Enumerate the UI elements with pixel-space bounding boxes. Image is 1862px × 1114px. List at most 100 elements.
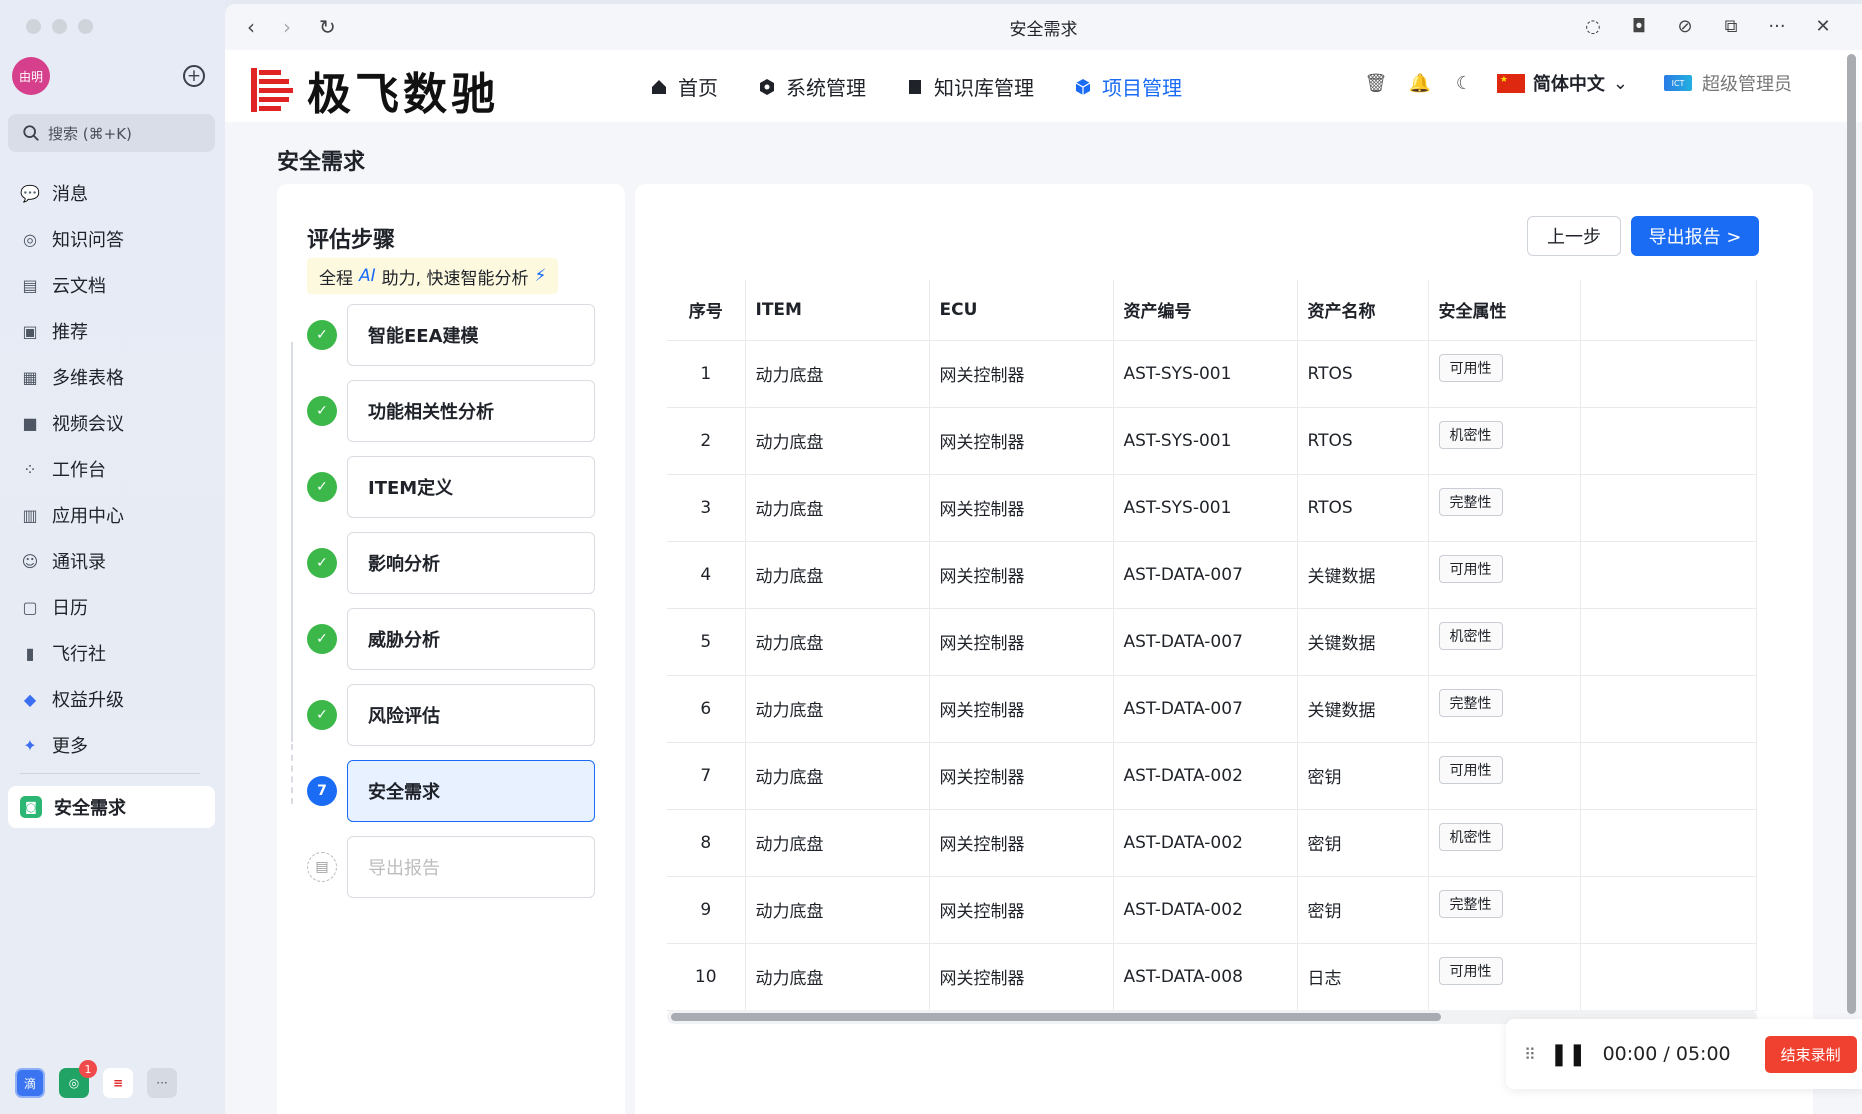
export-report-button[interactable]: 导出报告 > <box>1631 216 1759 256</box>
table-cell-blank <box>1580 809 1757 877</box>
open-window-icon[interactable]: ⧉ <box>1720 15 1742 37</box>
sidebar-item-upgrade[interactable]: ◆ 权益升级 <box>0 676 225 722</box>
step-item[interactable]: ✓ ITEM定义 <box>307 456 597 518</box>
security-attribute-tag: 可用性 <box>1438 956 1503 985</box>
moon-icon[interactable]: ☾ <box>1453 72 1475 94</box>
forward-icon[interactable]: › <box>283 15 291 39</box>
sidebar-item-knowledge-qa[interactable]: ◎ 知识问答 <box>0 216 225 262</box>
trash-icon[interactable]: 🗑 <box>1364 72 1387 94</box>
table-row[interactable]: 1 动力底盘 网关控制器 AST-SYS-001 RTOS 可用性 <box>667 340 1757 408</box>
browser-nav: ‹ › ↻ <box>247 15 336 39</box>
table-row[interactable]: 2 动力底盘 网关控制器 AST-SYS-001 RTOS 机密性 <box>667 407 1757 475</box>
step-card[interactable]: 影响分析 <box>347 532 595 594</box>
sidebar-item-security-requirements[interactable]: ◙ 安全需求 <box>8 786 215 828</box>
table-cell: 4 <box>667 541 746 609</box>
table-cell: 网关控制器 <box>929 541 1114 609</box>
sidebar-item-label: 应用中心 <box>52 506 124 527</box>
minimize-window-button[interactable] <box>52 19 67 34</box>
step-card[interactable]: ITEM定义 <box>347 456 595 518</box>
nav-system-management[interactable]: 系统管理 <box>758 72 866 101</box>
prev-step-button[interactable]: 上一步 <box>1527 216 1621 256</box>
sidebar-item-cloud-docs[interactable]: ▤ 云文档 <box>0 262 225 308</box>
step-card[interactable]: 安全需求 <box>347 760 595 822</box>
dock-app-3-icon[interactable]: ≡ <box>103 1068 133 1098</box>
scrollbar-thumb[interactable] <box>671 1013 1441 1021</box>
nav-home[interactable]: 首页 <box>650 72 718 101</box>
brand-logo[interactable]: 极飞数驰 <box>249 58 499 122</box>
step-card[interactable]: 导出报告 <box>347 836 595 898</box>
user-menu[interactable]: ICT 超级管理员 <box>1664 70 1792 96</box>
company-logo-icon: ICT <box>1664 75 1692 91</box>
table-row[interactable]: 6 动力底盘 网关控制器 AST-DATA-007 关键数据 完整性 <box>667 675 1757 743</box>
nav-project-management[interactable]: 项目管理 <box>1074 72 1182 101</box>
close-window-button[interactable] <box>26 19 41 34</box>
back-icon[interactable]: ‹ <box>247 15 255 39</box>
table-row[interactable]: 3 动力底盘 网关控制器 AST-SYS-001 RTOS 完整性 <box>667 474 1757 542</box>
language-select[interactable]: 简体中文 ⌄ <box>1496 70 1628 96</box>
column-header: ECU <box>929 280 1114 341</box>
step-card[interactable]: 功能相关性分析 <box>347 380 595 442</box>
compass-icon[interactable]: ⊘ <box>1674 15 1696 37</box>
table-cell-blank <box>1580 608 1757 676</box>
sidebar-item-workbench[interactable]: ⁘ 工作台 <box>0 446 225 492</box>
bot-icon[interactable]: ◘ <box>1628 15 1650 37</box>
step-item[interactable]: ✓ 功能相关性分析 <box>307 380 597 442</box>
sidebar-item-messages[interactable]: 💬 消息 <box>0 170 225 216</box>
sidebar-item-more[interactable]: ✦ 更多 <box>0 722 225 768</box>
step-item[interactable]: ✓ 威胁分析 <box>307 608 597 670</box>
sidebar-item-multi-table[interactable]: ▦ 多维表格 <box>0 354 225 400</box>
add-icon[interactable]: + <box>183 65 205 87</box>
chevron-down-icon: ⌄ <box>1612 72 1628 94</box>
bell-icon[interactable]: 🔔 <box>1409 72 1431 94</box>
drag-handle-icon[interactable]: ⠿ <box>1524 1045 1536 1064</box>
step-item[interactable]: ✓ 智能EEA建模 <box>307 304 597 366</box>
table-cell: 2 <box>667 407 746 475</box>
zoom-window-button[interactable] <box>78 19 93 34</box>
table-cell: 网关控制器 <box>929 809 1114 877</box>
sidebar-item-recommend[interactable]: ▣ 推荐 <box>0 308 225 354</box>
step-item[interactable]: ✓ 风险评估 <box>307 684 597 746</box>
search-icon <box>23 125 39 141</box>
table-cell: 动力底盘 <box>745 541 930 609</box>
table-row[interactable]: 8 动力底盘 网关控制器 AST-DATA-002 密钥 机密性 <box>667 809 1757 877</box>
nav-label: 知识库管理 <box>934 76 1034 100</box>
table-row[interactable]: 7 动力底盘 网关控制器 AST-DATA-002 密钥 可用性 <box>667 742 1757 810</box>
check-icon: ✓ <box>307 396 337 426</box>
search-input[interactable]: 搜索 (⌘+K) <box>8 114 215 152</box>
close-icon[interactable]: ✕ <box>1812 15 1834 37</box>
table-row[interactable]: 5 动力底盘 网关控制器 AST-DATA-007 关键数据 机密性 <box>667 608 1757 676</box>
nav-knowledge-base[interactable]: 知识库管理 <box>906 72 1034 101</box>
reload-icon[interactable]: ↻ <box>319 15 336 39</box>
sidebar-item-app-center[interactable]: ▥ 应用中心 <box>0 492 225 538</box>
dock-more-icon[interactable]: ··· <box>147 1068 177 1098</box>
sidebar-item-contacts[interactable]: ☺ 通讯录 <box>0 538 225 584</box>
table-row[interactable]: 10 动力底盘 网关控制器 AST-DATA-008 日志 可用性 <box>667 943 1757 1011</box>
sidebar-item-video[interactable]: ■ 视频会议 <box>0 400 225 446</box>
chat-icon[interactable]: ◌ <box>1582 15 1604 37</box>
table-row[interactable]: 9 动力底盘 网关控制器 AST-DATA-002 密钥 完整性 <box>667 876 1757 944</box>
step-card[interactable]: 风险评估 <box>347 684 595 746</box>
stop-recording-button[interactable]: 结束录制 <box>1764 1035 1857 1073</box>
sidebar-item-community[interactable]: ▮ 飞行社 <box>0 630 225 676</box>
dock-app-2-icon[interactable]: ◎ 1 <box>59 1060 97 1098</box>
knowledge-qa-icon: ◎ <box>23 229 37 249</box>
security-attribute-cell: 可用性 <box>1428 340 1581 408</box>
step-card[interactable]: 威胁分析 <box>347 608 595 670</box>
sidebar-item-calendar[interactable]: ▢ 日历 <box>0 584 225 630</box>
table-row[interactable]: 4 动力底盘 网关控制器 AST-DATA-007 关键数据 可用性 <box>667 541 1757 609</box>
security-attribute-tag: 可用性 <box>1438 755 1503 784</box>
step-item-todo[interactable]: ▤ 导出报告 <box>307 836 597 898</box>
elapsed-time: 00:00 <box>1602 1043 1658 1065</box>
dock-app-1-icon[interactable]: 滴 <box>15 1068 45 1098</box>
table-cell: 密钥 <box>1297 876 1429 944</box>
step-card[interactable]: 智能EEA建模 <box>347 304 595 366</box>
vertical-scrollbar[interactable] <box>1847 54 1856 1014</box>
table-cell-blank <box>1580 541 1757 609</box>
more-options-icon[interactable]: ··· <box>1766 15 1788 37</box>
check-icon: ✓ <box>307 472 337 502</box>
pause-icon[interactable]: ❚❚ <box>1550 1042 1587 1067</box>
avatar[interactable]: 由明 <box>12 57 50 95</box>
nav-label: 首页 <box>678 76 718 100</box>
step-item[interactable]: ✓ 影响分析 <box>307 532 597 594</box>
step-item-current[interactable]: 7 安全需求 <box>307 760 597 822</box>
